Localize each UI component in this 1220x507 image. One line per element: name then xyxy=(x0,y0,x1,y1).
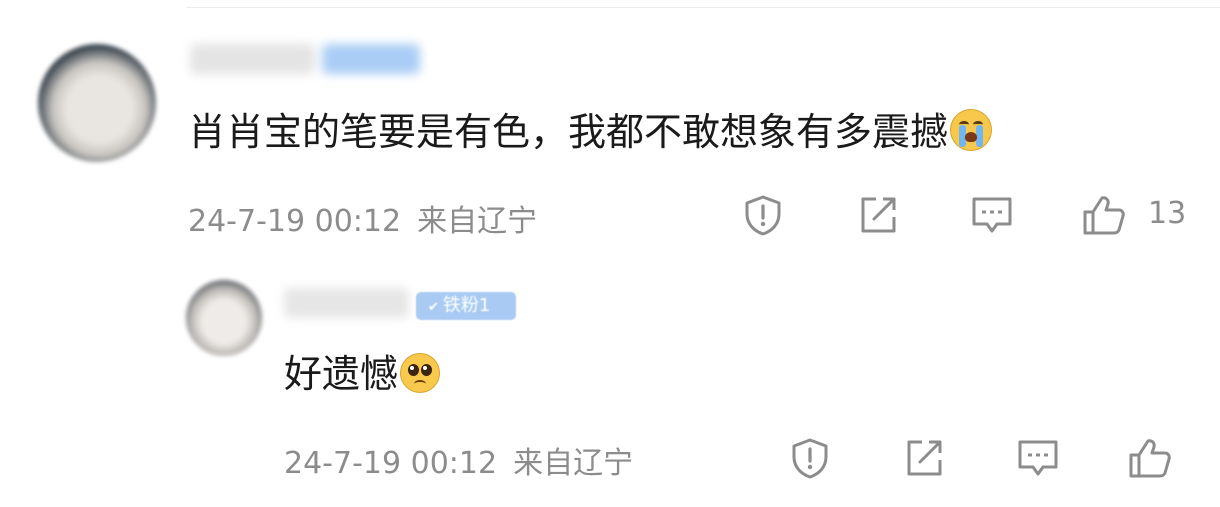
comment-meta: 24-7-19 00:12 来自辽宁 xyxy=(188,196,537,240)
like-count: 13 xyxy=(1148,196,1187,231)
username-blurred[interactable] xyxy=(190,44,315,74)
crying-face-icon xyxy=(950,109,993,151)
reply-like-button[interactable] xyxy=(1128,436,1172,480)
reply-meta: 24-7-19 00:12 来自辽宁 xyxy=(284,438,633,482)
reply-avatar[interactable] xyxy=(186,280,262,356)
top-divider xyxy=(186,7,1220,8)
external-share-icon xyxy=(907,440,942,476)
reply-username-blurred[interactable] xyxy=(284,288,409,318)
shield-exclamation-icon xyxy=(792,438,828,479)
comment-text: 肖肖宝的笔要是有色，我都不敢想象有多震撼 xyxy=(188,108,993,156)
fan-badge: ✔ 铁粉1 xyxy=(416,292,516,320)
reply-text-content: 好遗憾 xyxy=(284,352,399,396)
comment-bubble-icon xyxy=(1018,440,1058,476)
reply-timestamp: 24-7-19 00:12 xyxy=(284,446,498,481)
comment-timestamp: 24-7-19 00:12 xyxy=(188,204,402,239)
external-share-icon xyxy=(861,197,896,233)
avatar[interactable] xyxy=(38,44,156,162)
reply-text: 好遗憾 xyxy=(284,350,441,398)
thumbs-up-icon xyxy=(1083,196,1125,235)
fan-badge-label: 铁粉1 xyxy=(442,295,491,316)
thumbs-up-icon xyxy=(1129,439,1171,478)
reply-reply-button[interactable] xyxy=(1016,436,1060,480)
reply-button[interactable] xyxy=(970,193,1014,237)
comment-location: 来自辽宁 xyxy=(417,204,538,239)
check-icon: ✔ xyxy=(428,300,439,315)
report-button[interactable] xyxy=(741,193,785,237)
reply-report-button[interactable] xyxy=(788,436,832,480)
comment-text-content: 肖肖宝的笔要是有色，我都不敢想象有多震撼 xyxy=(188,110,949,154)
comment-bubble-icon xyxy=(972,197,1012,233)
pleading-face-icon xyxy=(400,353,441,393)
shield-exclamation-icon xyxy=(745,195,781,236)
like-button[interactable] xyxy=(1082,193,1126,237)
reply-share-button[interactable] xyxy=(902,436,946,480)
reply-location: 来自辽宁 xyxy=(513,446,634,481)
share-button[interactable] xyxy=(856,193,900,237)
user-badge-blurred xyxy=(322,44,420,74)
